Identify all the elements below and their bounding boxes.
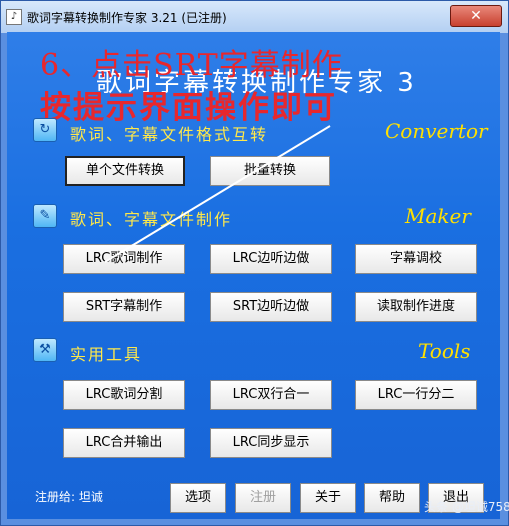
annotation-pointer-line — [104, 125, 331, 263]
